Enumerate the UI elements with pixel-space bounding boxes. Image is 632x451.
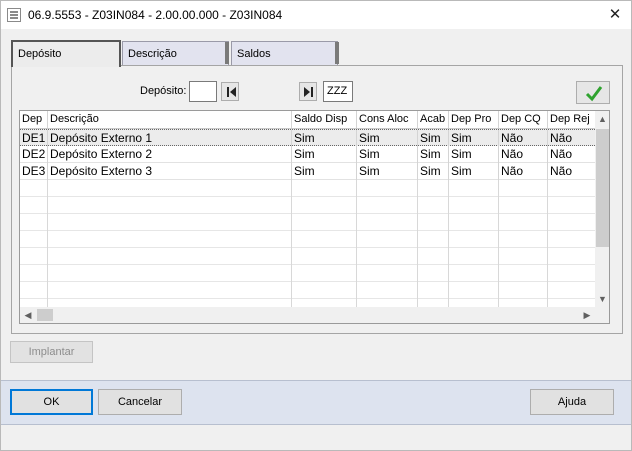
column-line: [498, 180, 499, 307]
cell-dep-cq: Não: [499, 163, 548, 180]
column-line: [417, 180, 418, 307]
cancel-button[interactable]: Cancelar: [98, 389, 182, 415]
cell-dep-cq: Não: [499, 146, 548, 163]
column-line: [356, 180, 357, 307]
empty-row: [20, 214, 595, 231]
column-header-saldo-disp[interactable]: Saldo Disp: [292, 111, 357, 128]
scroll-corner: [595, 307, 609, 323]
deposit-grid[interactable]: Dep Descrição Saldo Disp Cons Aloc Acab …: [19, 110, 610, 324]
scroll-up-icon[interactable]: ▲: [595, 111, 609, 127]
horizontal-scrollbar[interactable]: ◀ ▶: [20, 307, 595, 323]
table-row[interactable]: DE2 Depósito Externo 2 Sim Sim Sim Sim N…: [20, 146, 595, 163]
cell-cons-aloc: Sim: [357, 130, 418, 147]
vertical-scroll-thumb[interactable]: [596, 129, 609, 247]
scroll-down-icon[interactable]: ▼: [595, 291, 609, 307]
horizontal-scroll-thumb[interactable]: [37, 309, 53, 321]
skip-last-icon: [304, 87, 313, 97]
tab-divider: [225, 42, 229, 64]
app-icon: [7, 8, 21, 22]
tab-divider: [335, 42, 339, 64]
cell-acab: Sim: [418, 163, 449, 180]
cell-cons-aloc: Sim: [357, 163, 418, 180]
cell-acab: Sim: [418, 146, 449, 163]
tab-deposito[interactable]: Depósito: [11, 40, 121, 67]
deposito-input[interactable]: [189, 81, 217, 102]
cell-dep: DE3: [20, 163, 48, 180]
cell-dep-rej: Não: [550, 164, 573, 178]
tab-saldos[interactable]: Saldos: [231, 41, 338, 66]
cell-dep: DE2: [20, 146, 48, 163]
cell-dep: DE1: [20, 130, 48, 147]
empty-row: [20, 231, 595, 248]
empty-row: [20, 248, 595, 265]
empty-row: [20, 265, 595, 282]
implantar-button[interactable]: Implantar: [10, 341, 93, 363]
tab-deposito-label: Depósito: [18, 48, 62, 60]
tab-descricao-label: Descrição: [128, 48, 177, 60]
cell-saldo-disp: Sim: [292, 130, 357, 147]
cell-dep-pro: Sim: [449, 163, 499, 180]
tab-saldos-label: Saldos: [237, 48, 271, 60]
window-title: 06.9.5553 - Z03IN084 - 2.00.00.000 - Z03…: [28, 8, 283, 22]
column-header-descricao[interactable]: Descrição: [48, 111, 292, 128]
cell-cons-aloc: Sim: [357, 146, 418, 163]
column-line: [547, 180, 548, 307]
empty-row: [20, 197, 595, 214]
dialog-window: 06.9.5553 - Z03IN084 - 2.00.00.000 - Z03…: [0, 0, 632, 451]
table-row[interactable]: DE3 Depósito Externo 3 Sim Sim Sim Sim N…: [20, 163, 595, 180]
empty-row: [20, 180, 595, 197]
cell-saldo-disp: Sim: [292, 146, 357, 163]
confirm-filter-button[interactable]: [576, 81, 610, 104]
close-icon[interactable]: ✕: [605, 6, 625, 24]
column-header-acab[interactable]: Acab: [418, 111, 449, 128]
cell-descricao: Depósito Externo 1: [48, 130, 292, 147]
cell-acab: Sim: [418, 130, 449, 147]
cell-descricao: Depósito Externo 2: [48, 146, 292, 163]
column-header-dep-rej[interactable]: Dep Rej: [548, 111, 595, 128]
column-header-dep-pro[interactable]: Dep Pro: [449, 111, 499, 128]
vertical-scrollbar[interactable]: ▲ ▼: [595, 111, 609, 307]
button-bar: OK Cancelar Ajuda: [1, 380, 631, 425]
table-row[interactable]: DE1 Depósito Externo 1 Sim Sim Sim Sim N…: [20, 129, 595, 147]
scroll-left-icon[interactable]: ◀: [20, 307, 36, 323]
deposito-label: Depósito:: [140, 85, 187, 97]
skip-first-icon: [227, 87, 236, 97]
help-button[interactable]: Ajuda: [530, 389, 614, 415]
column-line: [448, 180, 449, 307]
column-header-dep-cq[interactable]: Dep CQ: [499, 111, 548, 128]
first-record-button[interactable]: [221, 82, 239, 101]
last-record-button[interactable]: [299, 82, 317, 101]
cell-saldo-disp: Sim: [292, 163, 357, 180]
cell-dep-pro: Sim: [449, 130, 499, 147]
empty-row: [20, 282, 595, 299]
check-icon: [585, 86, 603, 102]
column-header-dep[interactable]: Dep: [20, 111, 48, 128]
tab-descricao[interactable]: Descrição: [122, 41, 229, 66]
cell-descricao: Depósito Externo 3: [48, 163, 292, 180]
ok-button[interactable]: OK: [10, 389, 93, 415]
cell-dep-rej: Não: [550, 147, 573, 161]
scroll-right-icon[interactable]: ▶: [579, 307, 595, 323]
grid-header: Dep Descrição Saldo Disp Cons Aloc Acab …: [20, 111, 595, 129]
title-bar[interactable]: 06.9.5553 - Z03IN084 - 2.00.00.000 - Z03…: [1, 1, 631, 29]
deposito-end-input[interactable]: ZZZ: [323, 81, 353, 102]
column-line: [47, 180, 48, 307]
cell-dep-cq: Não: [499, 130, 548, 147]
cell-dep-rej: Não: [550, 131, 573, 145]
cell-dep-pro: Sim: [449, 146, 499, 163]
column-line: [291, 180, 292, 307]
column-header-cons-aloc[interactable]: Cons Aloc: [357, 111, 418, 128]
